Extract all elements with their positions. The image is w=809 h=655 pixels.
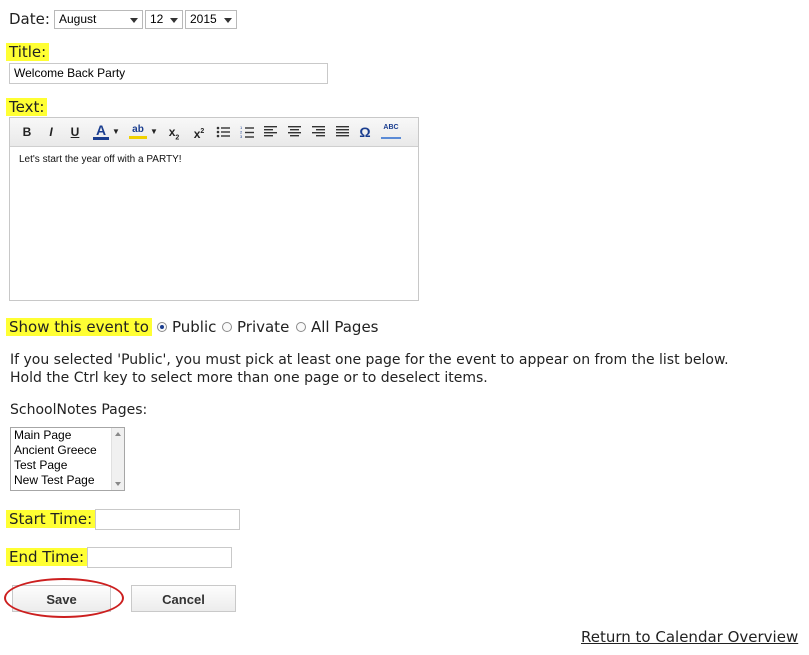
- scroll-down-icon[interactable]: [115, 482, 121, 486]
- private-radio[interactable]: [222, 322, 232, 332]
- align-right-icon[interactable]: [312, 126, 325, 137]
- public-radio[interactable]: [157, 322, 167, 332]
- list-item[interactable]: Ancient Greece: [11, 443, 124, 458]
- chevron-down-icon: [170, 18, 178, 23]
- bullet-list-icon[interactable]: [216, 126, 230, 138]
- pages-label: SchoolNotes Pages:: [10, 402, 148, 418]
- italic-button[interactable]: I: [44, 123, 58, 141]
- year-value: 2015: [190, 12, 217, 26]
- date-label: Date:: [9, 10, 50, 28]
- title-label: Title:: [6, 43, 50, 61]
- chevron-down-icon: [224, 18, 232, 23]
- font-color-dropdown-icon[interactable]: ▼: [112, 123, 120, 141]
- cancel-button[interactable]: Cancel: [131, 585, 236, 612]
- justify-icon[interactable]: [336, 126, 349, 137]
- scroll-up-icon[interactable]: [115, 432, 121, 436]
- align-left-icon[interactable]: [264, 126, 277, 137]
- end-time-input[interactable]: [87, 547, 232, 568]
- editor-content[interactable]: Let's start the year off with a PARTY!: [19, 154, 182, 165]
- public-radio-label[interactable]: Public: [172, 318, 216, 336]
- instructions-line-1: If you selected 'Public', you must pick …: [10, 352, 729, 368]
- pages-listbox[interactable]: Main Page Ancient Greece Test Page New T…: [10, 427, 125, 491]
- month-value: August: [59, 12, 97, 26]
- underline-button[interactable]: U: [68, 123, 82, 141]
- save-annotation-circle: [4, 578, 124, 618]
- svg-text:3: 3: [240, 134, 243, 138]
- superscript-button[interactable]: x2: [191, 123, 207, 141]
- day-value: 12: [150, 12, 164, 26]
- list-item[interactable]: New Test Page: [11, 473, 124, 488]
- visibility-label: Show this event to: [6, 318, 152, 336]
- highlight-button[interactable]: ab: [129, 123, 147, 139]
- bold-button[interactable]: B: [20, 123, 34, 141]
- numbered-list-icon[interactable]: 1 2 3: [240, 125, 254, 138]
- title-input[interactable]: Welcome Back Party: [9, 63, 328, 84]
- special-character-button[interactable]: Ω: [357, 123, 373, 141]
- chevron-down-icon: [130, 18, 138, 23]
- day-select[interactable]: 12: [145, 10, 183, 29]
- highlight-dropdown-icon[interactable]: ▼: [150, 123, 158, 141]
- start-time-label: Start Time:: [6, 510, 96, 528]
- return-to-calendar-link[interactable]: Return to Calendar Overview: [581, 628, 798, 646]
- private-radio-label[interactable]: Private: [237, 318, 289, 336]
- spellcheck-button[interactable]: ABC: [381, 123, 401, 139]
- month-select[interactable]: August: [54, 10, 143, 29]
- instructions-line-2: Hold the Ctrl key to select more than on…: [10, 370, 488, 386]
- list-item[interactable]: Main Page: [11, 428, 124, 443]
- subscript-button[interactable]: x2: [166, 123, 182, 141]
- year-select[interactable]: 2015: [185, 10, 237, 29]
- editor-toolbar: B I U A ▼ ab ▼ x2 x2 1 2 3 Ω ABC: [10, 118, 418, 147]
- text-label: Text:: [6, 98, 48, 116]
- font-color-button[interactable]: A: [93, 123, 109, 140]
- list-item[interactable]: Test Page: [11, 458, 124, 473]
- all-pages-radio[interactable]: [296, 322, 306, 332]
- end-time-label: End Time:: [6, 548, 88, 566]
- rich-text-editor[interactable]: B I U A ▼ ab ▼ x2 x2 1 2 3 Ω ABC Let's s…: [9, 117, 419, 301]
- align-center-icon[interactable]: [288, 126, 301, 137]
- start-time-input[interactable]: [95, 509, 240, 530]
- listbox-scrollbar[interactable]: [111, 428, 124, 490]
- all-pages-radio-label[interactable]: All Pages: [311, 318, 379, 336]
